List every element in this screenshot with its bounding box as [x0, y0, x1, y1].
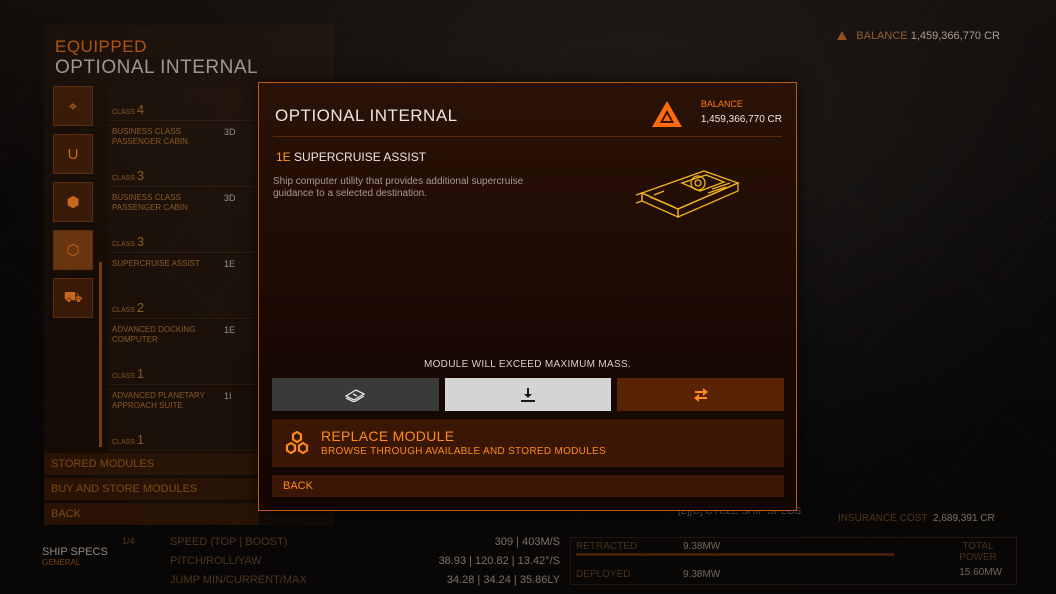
slot-list: CLASS 4 BUSINESS CLASS PASSENGER CABIN 3…: [108, 86, 268, 453]
slot-item[interactable]: SUPERCRUISE ASSIST 1E CLASS 2: [108, 255, 268, 319]
divider: [273, 136, 782, 137]
credits-icon: [345, 388, 366, 402]
specs-table: SPEED (TOP | BOOST) 309 | 403M/S PITCH/RO…: [170, 533, 560, 590]
dialog-balance: BALANCE 1,459,366,770 CR: [700, 99, 782, 125]
spec-row: SPEED (TOP | BOOST) 309 | 403M/S: [170, 536, 560, 548]
mass-warning: MODULE WILL EXCEED MAXIMUM MASS.: [423, 359, 632, 370]
slot-item[interactable]: BUSINESS CLASS PASSENGER CABIN 3D CLASS …: [108, 123, 268, 187]
header-line-1: EQUIPPED: [55, 37, 147, 56]
download-icon: [521, 387, 535, 402]
buy-button[interactable]: [272, 378, 439, 411]
module-grade: 1E: [276, 150, 291, 164]
swap-button[interactable]: [617, 378, 785, 411]
module-render-icon: [634, 153, 744, 228]
optional-internal-tab-icon[interactable]: ⬡: [53, 230, 93, 270]
buy-and-store-button[interactable]: BUY AND STORE MODULES: [44, 478, 259, 500]
replace-module-button[interactable]: REPLACE MODULE BROWSE THROUGH AVAILABLE …: [272, 419, 784, 467]
core-internal-tab-icon[interactable]: ⬢: [53, 182, 93, 222]
bottom-menu: STORED MODULES BUY AND STORE MODULES BAC…: [44, 453, 259, 528]
hardpoints-tab-icon[interactable]: ⌖: [53, 86, 93, 126]
ship-specs: 1/4 SHIP SPECS GENERAL: [42, 536, 135, 567]
insurance-cost: INSURANCE COST 2,689,391 CR: [838, 513, 995, 524]
slot-item[interactable]: CLASS 4: [108, 86, 268, 121]
module-name: SUPERCRUISE ASSIST: [294, 150, 427, 164]
background-back-button[interactable]: BACK: [44, 503, 259, 525]
credits-triangle-icon: [837, 31, 848, 40]
header-line-2: OPTIONAL INTERNAL: [55, 57, 259, 78]
module-dialog: OPTIONAL INTERNAL BALANCE 1,459,366,770 …: [258, 82, 797, 511]
stored-modules-button[interactable]: STORED MODULES: [44, 453, 259, 475]
page-header: EQUIPPED OPTIONAL INTERNAL: [55, 37, 258, 79]
top-balance: BALANCE 1,459,366,770 CR: [837, 30, 1000, 42]
back-button[interactable]: BACK: [272, 475, 784, 497]
slot-list-scrollbar[interactable]: [99, 262, 102, 447]
vehicle-tab-icon[interactable]: ⛟: [53, 278, 93, 318]
power-panel: RETRACTED 9.38MW DEPLOYED 9.38MW TOTAL P…: [570, 537, 1017, 585]
module-title: 1E SUPERCRUISE ASSIST: [276, 150, 426, 164]
power-bar-retracted: [576, 553, 894, 556]
spec-row: PITCH/ROLL/YAW 38.93 | 120.82 | 13.42°/S: [170, 555, 560, 567]
dialog-title: OPTIONAL INTERNAL: [275, 106, 458, 125]
replace-subtitle: BROWSE THROUGH AVAILABLE AND STORED MODU…: [321, 446, 606, 457]
slot-item[interactable]: ADVANCED DOCKING COMPUTER 1E CLASS 1: [108, 321, 268, 385]
spec-row: JUMP MIN/CURRENT/MAX 34.28 | 34.24 | 35.8…: [170, 574, 560, 586]
credits-logo-icon: [652, 101, 682, 132]
slot-item[interactable]: ADVANCED PLANETARY APPROACH SUITE 1I CLA…: [108, 387, 268, 451]
replace-title: REPLACE MODULE: [321, 428, 455, 444]
store-button[interactable]: [444, 378, 612, 411]
slot-item[interactable]: BUSINESS CLASS PASSENGER CABIN 3D CLASS …: [108, 189, 268, 253]
modules-hex-icon: [285, 430, 309, 460]
swap-arrows-icon: [693, 387, 708, 402]
action-buttons: [272, 378, 785, 411]
category-tabs: ⌖ U ⬢ ⬡ ⛟: [53, 86, 93, 326]
module-description: Ship computer utility that provides addi…: [273, 176, 524, 199]
utility-tab-icon[interactable]: U: [53, 134, 93, 174]
